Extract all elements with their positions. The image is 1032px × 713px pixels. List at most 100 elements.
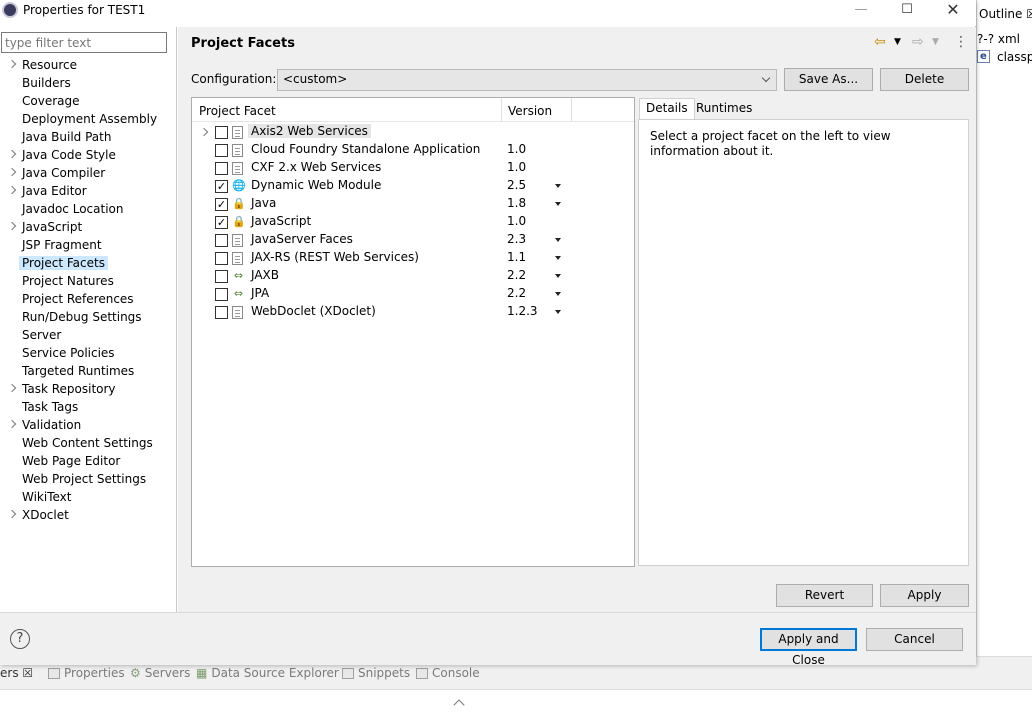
tree-item-run-debug-settings[interactable]: Run/Debug Settings (0, 309, 177, 327)
forward-menu-icon[interactable]: ▼ (932, 37, 939, 47)
facet-version[interactable]: 2.3 (507, 232, 526, 246)
facet-row[interactable]: WebDoclet (XDoclet) 1.2.3 (192, 303, 634, 321)
tree-item-task-repository[interactable]: Task Repository (0, 381, 177, 399)
tab-snippets[interactable]: Snippets (342, 666, 410, 680)
revert-button[interactable]: Revert (776, 584, 873, 607)
delete-button[interactable]: Delete (880, 68, 969, 91)
tree-item-web-content-settings[interactable]: Web Content Settings (0, 435, 177, 453)
tree-item-java-compiler[interactable]: Java Compiler (0, 165, 177, 183)
facet-checkbox[interactable] (215, 162, 228, 175)
facet-version[interactable]: 2.2 (507, 268, 526, 282)
facet-checkbox[interactable] (215, 288, 228, 301)
version-dropdown-icon[interactable] (555, 310, 561, 314)
tree-item-deployment-assembly[interactable]: Deployment Assembly (0, 111, 177, 129)
tab-properties[interactable]: Properties (48, 666, 125, 680)
tree-item-targeted-runtimes[interactable]: Targeted Runtimes (0, 363, 177, 381)
tree-item-resource[interactable]: Resource (0, 57, 177, 75)
forward-icon[interactable]: ⇨ (912, 34, 924, 50)
facet-row[interactable]: JAX-RS (REST Web Services) 1.1 (192, 249, 634, 267)
facet-version[interactable]: 2.5 (507, 178, 526, 192)
tree-item-project-references[interactable]: Project References (0, 291, 177, 309)
tab-data-source-explorer[interactable]: ▦ Data Source Explorer (196, 666, 339, 680)
facet-checkbox[interactable] (215, 144, 228, 157)
version-dropdown-icon[interactable] (555, 256, 561, 260)
facet-version[interactable]: 1.8 (507, 196, 526, 210)
tree-item-java-code-style[interactable]: Java Code Style (0, 147, 177, 165)
configuration-select[interactable]: <custom> (277, 69, 777, 91)
facet-version[interactable]: 1.1 (507, 250, 526, 264)
facet-checkbox[interactable] (215, 270, 228, 283)
facet-checkbox[interactable] (215, 306, 228, 319)
facet-row[interactable]: ✓ 🔒 JavaScript 1.0 (192, 213, 634, 231)
tree-item-builders[interactable]: Builders (0, 75, 177, 93)
facet-row[interactable]: ✓ 🔒 Java 1.8 (192, 195, 634, 213)
facet-row[interactable]: ⇔ JPA 2.2 (192, 285, 634, 303)
facet-row[interactable]: Cloud Foundry Standalone Application 1.0 (192, 141, 634, 159)
tree-item-server[interactable]: Server (0, 327, 177, 345)
tree-item-project-natures[interactable]: Project Natures (0, 273, 177, 291)
tab-console[interactable]: Console (416, 666, 480, 680)
facet-checkbox[interactable] (215, 252, 228, 265)
tree-item-java-build-path[interactable]: Java Build Path (0, 129, 177, 147)
tree-item-service-policies[interactable]: Service Policies (0, 345, 177, 363)
facet-checkbox[interactable] (215, 126, 228, 139)
tree-item-xdoclet[interactable]: XDoclet (0, 507, 177, 525)
version-dropdown-icon[interactable] (555, 292, 561, 296)
chevron-right-icon[interactable] (7, 383, 17, 393)
tree-item-javadoc-location[interactable]: Javadoc Location (0, 201, 177, 219)
tab-servers[interactable]: ⚙ Servers (130, 666, 190, 680)
facet-checkbox[interactable]: ✓ (215, 198, 228, 211)
chevron-right-icon[interactable] (7, 419, 17, 429)
chevron-right-icon[interactable] (7, 185, 17, 195)
chevron-right-icon[interactable] (199, 127, 209, 137)
facet-row[interactable]: JavaServer Faces 2.3 (192, 231, 634, 249)
tree-item-wikitext[interactable]: WikiText (0, 489, 177, 507)
column-project-facet[interactable]: Project Facet (199, 104, 276, 118)
tree-item-java-editor[interactable]: Java Editor (0, 183, 177, 201)
outline-tab[interactable]: Outline ☒ (979, 7, 1032, 21)
outline-row-xml[interactable]: ?-? xml (977, 32, 1020, 46)
apply-button[interactable]: Apply (880, 584, 969, 607)
facet-row[interactable]: Axis2 Web Services (192, 123, 634, 141)
tree-item-jsp-fragment[interactable]: JSP Fragment (0, 237, 177, 255)
back-icon[interactable]: ⇦ (874, 34, 886, 50)
minimize-button[interactable]: — (838, 0, 884, 22)
view-menu-icon[interactable]: ⋮ (954, 34, 968, 50)
facet-row[interactable]: ✓ 🌐 Dynamic Web Module 2.5 (192, 177, 634, 195)
tree-item-web-page-editor[interactable]: Web Page Editor (0, 453, 177, 471)
tab-runtimes[interactable]: Runtimes (690, 100, 758, 119)
tree-item-javascript[interactable]: JavaScript (0, 219, 177, 237)
back-menu-icon[interactable]: ▼ (894, 37, 901, 47)
filter-input[interactable] (1, 32, 167, 53)
cancel-button[interactable]: Cancel (866, 628, 963, 651)
facet-checkbox[interactable]: ✓ (215, 180, 228, 193)
facet-version[interactable]: 1.2.3 (507, 304, 538, 318)
chevron-right-icon[interactable] (7, 221, 17, 231)
facet-checkbox[interactable]: ✓ (215, 216, 228, 229)
chevron-right-icon[interactable] (7, 149, 17, 159)
maximize-button[interactable]: ☐ (884, 0, 930, 22)
close-button[interactable]: ✕ (930, 0, 976, 22)
tree-item-project-facets[interactable]: Project Facets (0, 255, 177, 273)
tree-item-validation[interactable]: Validation (0, 417, 177, 435)
tree-item-task-tags[interactable]: Task Tags (0, 399, 177, 417)
chevron-right-icon[interactable] (7, 509, 17, 519)
version-dropdown-icon[interactable] (555, 274, 561, 278)
tab-details[interactable]: Details (639, 98, 695, 120)
chevron-right-icon[interactable] (7, 59, 17, 69)
save-as-button[interactable]: Save As... (784, 68, 873, 91)
facet-row[interactable]: CXF 2.x Web Services 1.0 (192, 159, 634, 177)
facet-checkbox[interactable] (215, 234, 228, 247)
facet-version[interactable]: 2.2 (507, 286, 526, 300)
column-version[interactable]: Version (508, 104, 552, 118)
facet-row[interactable]: ⇔ JAXB 2.2 (192, 267, 634, 285)
tree-item-coverage[interactable]: Coverage (0, 93, 177, 111)
version-dropdown-icon[interactable] (555, 202, 561, 206)
tree-item-web-project-settings[interactable]: Web Project Settings (0, 471, 177, 489)
version-dropdown-icon[interactable] (555, 238, 561, 242)
version-dropdown-icon[interactable] (555, 184, 561, 188)
help-icon[interactable]: ? (10, 629, 30, 649)
chevron-right-icon[interactable] (7, 167, 17, 177)
tab-markers[interactable]: ers ☒ (0, 666, 33, 680)
outline-row-classpath[interactable]: classpa (997, 50, 1032, 64)
